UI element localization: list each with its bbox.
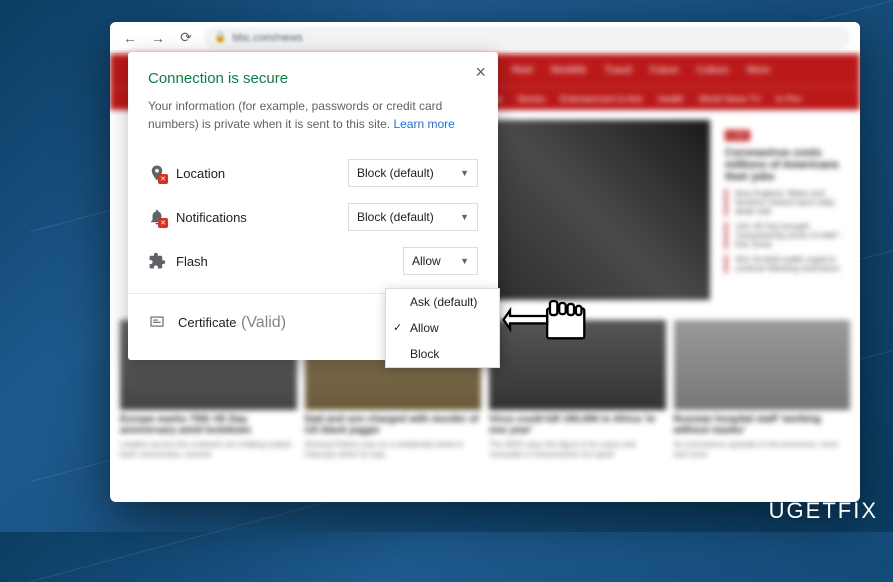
nav-item[interactable]: Future <box>650 65 679 76</box>
reload-button[interactable]: ⟳ <box>176 28 196 48</box>
permission-label: Flash <box>176 254 393 269</box>
news-title: Dad and son charged with murder of US bl… <box>305 410 482 440</box>
permission-row-notifications: ✕ Notifications Block (default) ▼ <box>148 195 478 239</box>
news-desc: Ahmaud Arbery was on a residential stree… <box>305 440 482 461</box>
news-title: Virus could kill 190,000 in Africa 'in o… <box>489 410 666 440</box>
nav-item[interactable]: Stories <box>517 94 545 104</box>
nav-item[interactable]: Travel <box>604 65 631 76</box>
connection-status-title: Connection is secure <box>148 70 478 87</box>
lock-icon: 🔒 <box>214 32 226 43</box>
certificate-label: Certificate (Valid) <box>178 314 286 332</box>
nav-item[interactable]: Entertainment & Arts <box>560 94 643 104</box>
nav-item[interactable]: Culture <box>697 65 729 76</box>
dropdown-option-allow[interactable]: Allow <box>386 315 499 341</box>
address-bar[interactable]: 🔒 bbc.com/news <box>204 27 850 49</box>
chevron-down-icon: ▼ <box>460 256 469 266</box>
news-image <box>674 320 851 410</box>
permission-row-flash: Flash Allow ▼ <box>148 239 478 283</box>
news-desc: As coronavirus spreads in the provinces,… <box>674 440 851 461</box>
news-title: Europe marks 75th VE Day anniversary ami… <box>120 410 297 440</box>
location-icon: ✕ <box>148 164 166 182</box>
live-panel: LIVE Coronavirus costs millions of Ameri… <box>720 120 850 300</box>
connection-description: Your information (for example, passwords… <box>148 97 478 133</box>
nav-item[interactable]: Reel <box>512 65 533 76</box>
certificate-icon <box>148 314 166 332</box>
live-item[interactable]: 45m Scottish public urged to continue fo… <box>725 255 845 273</box>
flash-dropdown-menu: Ask (default) Allow Block <box>385 288 500 368</box>
permission-label: Location <box>176 166 338 181</box>
url-text: bbc.com/news <box>232 32 302 44</box>
news-title: Russian hospital staff 'working without … <box>674 410 851 440</box>
pointing-hand-icon <box>495 290 590 360</box>
dropdown-option-ask[interactable]: Ask (default) <box>386 289 499 315</box>
blocked-indicator-icon: ✕ <box>158 218 168 228</box>
watermark: UGETFIX <box>769 498 878 524</box>
flash-icon <box>148 252 166 270</box>
news-desc: Leaders across the continent are holding… <box>120 440 297 461</box>
nav-item[interactable]: Health <box>658 94 684 104</box>
nav-item[interactable]: Worklife <box>550 65 586 76</box>
dropdown-option-block[interactable]: Block <box>386 341 499 367</box>
news-desc: The WHO says the figure is for years and… <box>489 440 666 461</box>
forward-button[interactable]: → <box>148 28 168 48</box>
back-button[interactable]: ← <box>120 28 140 48</box>
blocked-indicator-icon: ✕ <box>158 174 168 184</box>
live-badge: LIVE <box>725 130 750 141</box>
nav-item[interactable]: World News TV <box>699 94 761 104</box>
browser-toolbar: ← → ⟳ 🔒 bbc.com/news <box>110 22 860 54</box>
hero-image[interactable] <box>470 120 710 300</box>
news-card[interactable]: Russian hospital staff 'working without … <box>674 320 851 461</box>
live-title[interactable]: Coronavirus costs millions of Americans … <box>725 147 845 183</box>
live-item[interactable]: 12m VE Day brought 'overpowering sense o… <box>725 222 845 249</box>
notifications-icon: ✕ <box>148 208 166 226</box>
nav-item[interactable]: More <box>747 65 770 76</box>
permission-row-location: ✕ Location Block (default) ▼ <box>148 151 478 195</box>
learn-more-link[interactable]: Learn more <box>393 117 454 131</box>
live-item[interactable]: Now England, Wales and Northern Ireland … <box>725 189 845 216</box>
close-button[interactable]: × <box>475 62 486 83</box>
location-permission-select[interactable]: Block (default) ▼ <box>348 159 478 187</box>
permission-label: Notifications <box>176 210 338 225</box>
nav-item[interactable]: In Pict <box>776 94 801 104</box>
chevron-down-icon: ▼ <box>460 212 469 222</box>
flash-permission-select[interactable]: Allow ▼ <box>403 247 478 275</box>
notifications-permission-select[interactable]: Block (default) ▼ <box>348 203 478 231</box>
chevron-down-icon: ▼ <box>460 168 469 178</box>
